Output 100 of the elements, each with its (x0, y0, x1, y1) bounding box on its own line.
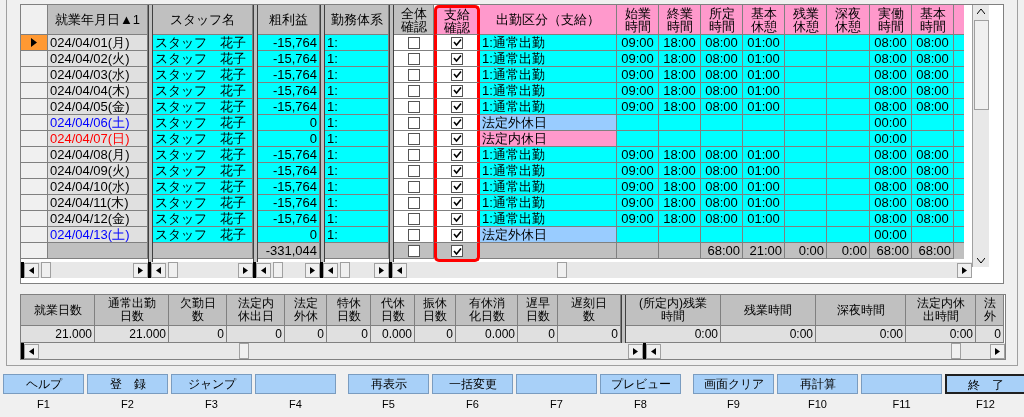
column-header[interactable]: 法定 外休 (285, 295, 327, 326)
column-header[interactable]: 全体 確認 (394, 5, 434, 35)
checkbox[interactable] (451, 180, 463, 193)
scroll-thumb[interactable] (273, 262, 283, 278)
row-header[interactable] (21, 83, 48, 99)
checkbox[interactable] (407, 244, 420, 257)
function-key-button[interactable]: ジャンプ (171, 374, 252, 394)
column-header[interactable]: 就業年月日▲1 (48, 5, 148, 35)
scroll-left-button[interactable] (323, 262, 338, 278)
checkbox[interactable] (407, 116, 420, 129)
row-header[interactable] (21, 211, 48, 227)
vertical-scrollbar[interactable] (972, 5, 989, 267)
scroll-left-button[interactable] (24, 343, 39, 359)
scroll-right-button[interactable] (305, 262, 320, 278)
function-key-button[interactable]: 一括変更 (432, 374, 513, 394)
scroll-right-button[interactable] (628, 343, 643, 359)
scroll-thumb[interactable] (973, 20, 989, 110)
column-header[interactable]: 終業 時間 (659, 5, 701, 35)
column-header[interactable]: 代休 日数 (371, 295, 415, 326)
scroll-down-icon[interactable] (977, 258, 985, 263)
function-key-button[interactable]: プレビュー (600, 374, 681, 394)
horizontal-scrollbar[interactable] (320, 262, 389, 278)
scroll-right-button[interactable] (238, 262, 253, 278)
scroll-left-button[interactable] (256, 262, 271, 278)
row-header[interactable] (21, 163, 48, 179)
horizontal-scrollbar[interactable] (389, 262, 972, 278)
horizontal-scrollbar[interactable] (643, 343, 1005, 359)
checkbox[interactable] (451, 68, 463, 81)
scroll-up-icon[interactable] (977, 9, 985, 14)
checkbox[interactable] (451, 245, 463, 257)
column-header[interactable]: 勤務体系 (325, 5, 389, 35)
checkbox[interactable] (407, 196, 420, 209)
checkbox[interactable] (451, 148, 463, 161)
column-header[interactable]: 深夜 休憩 (827, 5, 870, 35)
checkbox[interactable] (451, 100, 463, 113)
checkbox[interactable] (407, 84, 420, 97)
function-key-button[interactable]: 終 了 (945, 374, 1024, 394)
scroll-left-button[interactable] (392, 262, 407, 278)
horizontal-scrollbar[interactable] (21, 343, 643, 359)
column-header[interactable]: 就業日数 (21, 295, 95, 326)
scroll-thumb[interactable] (557, 262, 567, 278)
checkbox[interactable] (407, 52, 420, 65)
column-header[interactable]: (所定内)残業 時間 (626, 295, 721, 326)
checkbox[interactable] (407, 180, 420, 193)
row-header[interactable] (21, 227, 48, 243)
scroll-right-button[interactable] (990, 343, 1005, 359)
scroll-thumb[interactable] (41, 262, 51, 278)
column-header[interactable]: 法 外 (976, 295, 1004, 326)
scroll-thumb[interactable] (340, 262, 350, 278)
function-key-button[interactable]: 登 録 (87, 374, 168, 394)
checkbox[interactable] (407, 132, 420, 145)
column-header[interactable]: 法定内休 出時間 (906, 295, 976, 326)
row-header[interactable] (21, 195, 48, 211)
column-header[interactable]: 基本 時間 (912, 5, 954, 35)
column-header[interactable]: 粗利益 (258, 5, 320, 35)
checkbox[interactable] (451, 116, 463, 129)
function-key-button[interactable]: 再計算 (777, 374, 858, 394)
function-key-button[interactable]: 再表示 (348, 374, 429, 394)
current-row-indicator[interactable] (21, 35, 48, 51)
checkbox[interactable] (451, 228, 463, 241)
column-header[interactable]: 遅早 日数 (518, 295, 558, 326)
column-header[interactable]: 出勤区分（支給） (480, 5, 617, 35)
column-header[interactable]: 法定内 休出日 (227, 295, 285, 326)
checkbox[interactable] (407, 100, 420, 113)
column-header[interactable]: 基本 休憩 (743, 5, 785, 35)
checkbox[interactable] (451, 164, 463, 177)
column-header[interactable]: 実働 時間 (870, 5, 912, 35)
scroll-thumb[interactable] (239, 343, 249, 359)
horizontal-scrollbar[interactable] (253, 262, 320, 278)
column-header[interactable]: 残業時間 (721, 295, 816, 326)
checkbox[interactable] (407, 36, 420, 49)
checkbox[interactable] (451, 36, 463, 49)
checkbox[interactable] (407, 68, 420, 81)
column-header[interactable]: 残業 休憩 (785, 5, 827, 35)
scroll-thumb[interactable] (951, 343, 961, 359)
function-key-button[interactable]: 画面クリア (693, 374, 774, 394)
column-header[interactable]: 通常出勤 日数 (95, 295, 169, 326)
column-header[interactable]: 振休 日数 (415, 295, 456, 326)
column-header[interactable]: 遅刻日 数 (558, 295, 621, 326)
row-header[interactable] (21, 179, 48, 195)
row-header[interactable] (21, 131, 48, 147)
column-header[interactable]: 欠勤日 数 (169, 295, 227, 326)
row-header[interactable] (21, 99, 48, 115)
checkbox[interactable] (451, 132, 463, 145)
column-header[interactable]: 特休 日数 (327, 295, 371, 326)
scroll-right-button[interactable] (957, 262, 972, 278)
scroll-left-button[interactable] (151, 262, 166, 278)
scroll-thumb[interactable] (168, 262, 178, 278)
row-header[interactable] (21, 115, 48, 131)
horizontal-scrollbar[interactable] (21, 262, 148, 278)
checkbox[interactable] (407, 148, 420, 161)
checkbox[interactable] (451, 212, 463, 225)
scroll-right-button[interactable] (374, 262, 389, 278)
column-header[interactable]: 支給 確認 (434, 5, 480, 35)
checkbox[interactable] (407, 212, 420, 225)
row-header[interactable] (21, 67, 48, 83)
column-header[interactable]: 始業 時間 (617, 5, 659, 35)
column-header[interactable]: 所定 時間 (701, 5, 743, 35)
column-header[interactable]: スタッフ名 (153, 5, 253, 35)
column-header[interactable]: 有休消 化日数 (456, 295, 518, 326)
